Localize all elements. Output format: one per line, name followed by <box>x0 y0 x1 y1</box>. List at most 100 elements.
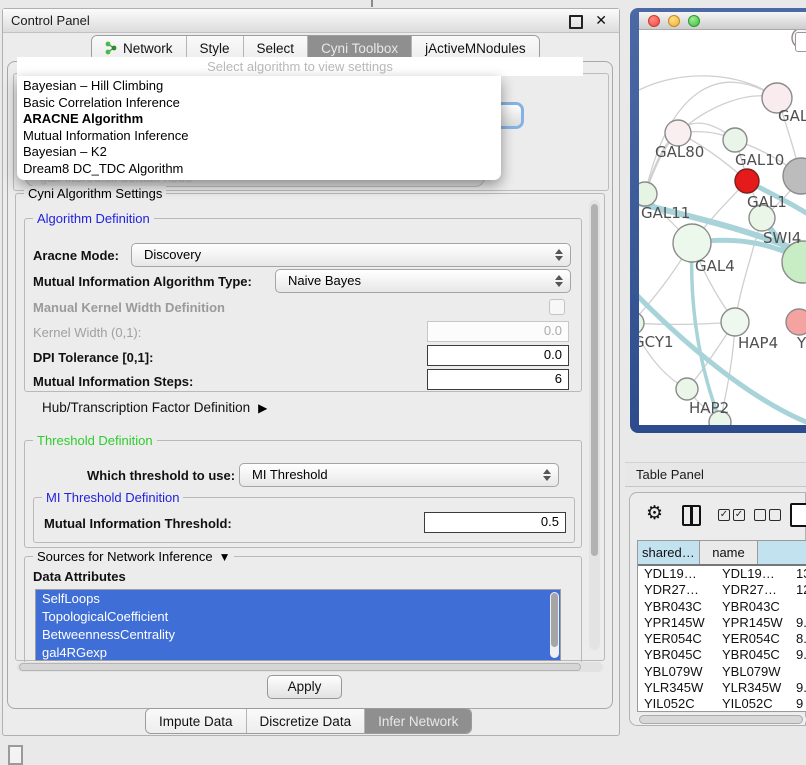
node-label: GAL10 <box>735 151 784 169</box>
table-row[interactable]: YBR045CYBR045C9. <box>638 647 806 663</box>
triangle-down-icon: ▼ <box>219 550 231 564</box>
table-cell: YBR043C <box>644 599 702 614</box>
network-node-hap4[interactable] <box>721 308 749 336</box>
column-header-shared[interactable]: shared… <box>638 541 700 564</box>
tab-discretize-data[interactable]: Discretize Data <box>247 709 366 733</box>
table-toolbar: ⚙ ✓ ✓ <box>630 503 806 529</box>
table-body: YDL19…YDL19…13YDR27…YDR27…12YBR043CYBR04… <box>638 566 806 712</box>
table-cell: YBR045C <box>722 647 780 662</box>
network-node-y[interactable] <box>786 309 806 335</box>
table-row[interactable]: YDR27…YDR27…12 <box>638 582 806 598</box>
gear-icon[interactable]: ⚙ <box>646 503 663 525</box>
attribute-item-gal4rgexp[interactable]: gal4RGexp <box>36 644 560 661</box>
export-table-icon[interactable] <box>790 503 806 527</box>
table-cell: 9 <box>796 696 803 711</box>
tab-impute-data[interactable]: Impute Data <box>146 709 247 733</box>
hub-definition-label: Hub/Transcription Factor Definition <box>42 400 250 415</box>
table-hscrollbar-thumb[interactable] <box>639 715 803 724</box>
attribute-item-topologicalcoefficient[interactable]: TopologicalCoefficient <box>36 608 560 626</box>
hub-definition-expander[interactable]: Hub/Transcription Factor Definition ▶ <box>42 400 267 415</box>
aracne-mode-value: Discovery <box>144 247 201 262</box>
table-row[interactable]: YBL079WYBL079W <box>638 664 806 680</box>
mi-threshold-field[interactable]: 0.5 <box>424 512 566 533</box>
dpi-tolerance-field[interactable]: 0.0 <box>427 345 569 366</box>
which-threshold-combo[interactable]: MI Threshold <box>239 463 559 487</box>
zoom-traffic-light-icon[interactable] <box>688 15 700 27</box>
control-panel-titlebar: Control Panel ✕ <box>3 9 619 33</box>
apply-button[interactable]: Apply <box>267 675 342 699</box>
attributes-scrollbar[interactable] <box>550 592 559 658</box>
table-cell: 9. <box>796 647 806 662</box>
column-header-name[interactable]: name <box>700 541 759 564</box>
float-window-icon[interactable] <box>569 15 583 29</box>
table-row[interactable]: YIL052CYIL052C9 <box>638 696 806 712</box>
attributes-scrollbar-thumb[interactable] <box>551 593 558 647</box>
dropdown-item-aracne-algorithm[interactable]: ARACNE Algorithm <box>17 111 501 128</box>
table-panel-titlebar: Table Panel <box>625 462 806 487</box>
mi-algorithm-type-combo[interactable]: Naive Bayes <box>275 269 571 293</box>
algorithm-combo[interactable]: Select algorithm to view settings <box>17 57 583 76</box>
table-row[interactable]: YPR145WYPR145W9. <box>638 615 806 631</box>
deselect-all-icon[interactable] <box>769 509 781 521</box>
minimize-traffic-light-icon[interactable] <box>668 15 680 27</box>
table-cell: YLR345W <box>722 680 781 695</box>
network-node-gcy1[interactable] <box>639 312 644 334</box>
settings-hscrollbar-thumb[interactable] <box>19 663 581 671</box>
algorithm-dropdown-popup: Bayesian – Hill ClimbingBasic Correlatio… <box>17 76 501 180</box>
select-all-check-icon[interactable]: ✓ <box>718 509 730 521</box>
mi-steps-field[interactable]: 6 <box>427 369 569 390</box>
table-hscrollbar[interactable] <box>638 714 806 725</box>
kernel-width-label: Kernel Width (0,1): <box>33 325 141 340</box>
aracne-mode-combo[interactable]: Discovery <box>131 243 571 267</box>
table-cell: YPR145W <box>644 615 705 630</box>
table-cell: 9. <box>796 615 806 630</box>
attribute-item-selfloops[interactable]: SelfLoops <box>36 590 560 608</box>
tab-label: Cyni Toolbox <box>321 41 398 56</box>
tab-infer-network[interactable]: Infer Network <box>365 709 471 733</box>
tab-label: jActiveMNodules <box>425 41 526 56</box>
dropdown-item-mutual-information-inference[interactable]: Mutual Information Inference <box>17 128 501 145</box>
algorithm-definition-group: Algorithm Definition Aracne Mode: Discov… <box>24 218 582 392</box>
sources-group-header[interactable]: Sources for Network Inference ▼ <box>33 549 234 564</box>
data-attributes-label: Data Attributes <box>33 569 126 584</box>
manual-kernel-checkbox[interactable] <box>549 299 565 315</box>
tab-label: Network <box>123 41 173 56</box>
birdseye-toggle[interactable] <box>795 32 806 52</box>
mi-threshold-label: Mutual Information Threshold: <box>44 516 232 531</box>
mi-threshold-definition-title: MI Threshold Definition <box>42 490 183 505</box>
window-divider-tick <box>371 0 373 7</box>
network-canvas[interactable]: GALGAL80GAL10GAL1GAL11SWI4GAL4GCY1HAP4YH… <box>639 30 806 425</box>
table-row[interactable]: YLR345WYLR345W9. <box>638 680 806 696</box>
network-graph: GALGAL80GAL10GAL1GAL11SWI4GAL4GCY1HAP4YH… <box>639 30 806 425</box>
table-row[interactable]: YDL19…YDL19…13 <box>638 566 806 582</box>
table-row[interactable]: YBR043CYBR043C <box>638 599 806 615</box>
network-node-gal1[interactable] <box>735 169 759 193</box>
select-all-check-icon[interactable]: ✓ <box>733 509 745 521</box>
settings-scrollbar[interactable] <box>589 200 600 650</box>
columns-icon[interactable] <box>682 505 701 526</box>
network-node-gal10[interactable] <box>723 128 747 152</box>
algorithm-definition-title: Algorithm Definition <box>33 211 154 226</box>
dropdown-item-bayesian-k2[interactable]: Bayesian – K2 <box>17 144 501 161</box>
table-cell: YBL079W <box>722 664 781 679</box>
network-node[interactable] <box>783 158 806 194</box>
table-cell: YDR27… <box>644 582 699 597</box>
kernel-width-field[interactable]: 0.0 <box>427 321 569 342</box>
close-traffic-light-icon[interactable] <box>648 15 660 27</box>
network-node-gal11[interactable] <box>639 182 657 206</box>
dropdown-item-bayesian-hill-climbing[interactable]: Bayesian – Hill Climbing <box>17 78 501 95</box>
table-row[interactable]: YER054CYER054C8. <box>638 631 806 647</box>
minimized-panel-icon[interactable] <box>8 745 23 765</box>
table-panel: ⚙ ✓ ✓ shared…name YDL19…YDL19…13YDR27…YD… <box>629 492 806 726</box>
dropdown-item-basic-correlation-inference[interactable]: Basic Correlation Inference <box>17 95 501 112</box>
table-cell: YER054C <box>722 631 780 646</box>
network-window-titlebar[interactable] <box>639 12 806 30</box>
settings-scrollbar-thumb[interactable] <box>591 204 598 556</box>
close-icon[interactable]: ✕ <box>595 12 607 29</box>
attribute-item-betweennesscentrality[interactable]: BetweennessCentrality <box>36 626 560 644</box>
deselect-all-icon[interactable] <box>754 509 766 521</box>
network-node-hap2[interactable] <box>676 378 698 400</box>
dropdown-item-dream8-dc-tdc-algorithm[interactable]: Dream8 DC_TDC Algorithm <box>17 161 501 178</box>
column-header-2[interactable] <box>758 541 806 564</box>
settings-hscrollbar[interactable] <box>17 662 603 672</box>
